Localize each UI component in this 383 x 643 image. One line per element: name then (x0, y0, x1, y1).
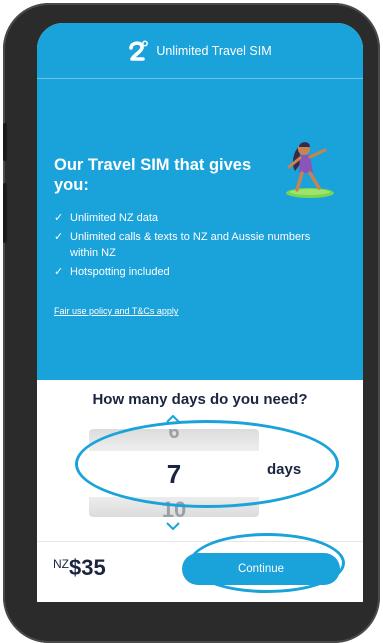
price-value: $35 (69, 555, 106, 580)
chevron-up-icon[interactable] (165, 414, 181, 424)
checkmark-icon: ✓ (54, 266, 64, 278)
hero-title: Our Travel SIM that gives you: (54, 156, 252, 194)
price-currency-prefix: NZ (53, 557, 69, 571)
features-list: ✓ Unlimited NZ data ✓ Unlimited calls & … (54, 210, 324, 283)
days-unit-label: days (267, 461, 302, 478)
feature-text: Unlimited calls & texts to NZ and Aussie… (70, 231, 311, 259)
phone-frame: Unlimited Travel SIM Our Travel SIM that… (3, 3, 380, 643)
picker-next-value[interactable]: 10 (89, 497, 259, 517)
continue-button[interactable]: Continue (182, 553, 340, 585)
days-picker[interactable]: 6 7 10 (89, 429, 259, 517)
phone-screen: Unlimited Travel SIM Our Travel SIM that… (37, 23, 363, 602)
surfer-illustration-icon (286, 142, 334, 198)
days-question: How many days do you need? (92, 391, 308, 408)
phone-side-button (3, 183, 7, 243)
checkmark-icon: ✓ (54, 212, 64, 224)
phone-side-button (3, 123, 7, 161)
feature-item: ✓ Unlimited NZ data (54, 210, 324, 226)
picker-current-value[interactable]: 7 (89, 459, 259, 490)
picker-previous-value[interactable]: 6 (89, 429, 259, 444)
feature-text: Unlimited NZ data (70, 212, 159, 224)
2degrees-logo-icon (129, 40, 149, 61)
chevron-down-icon[interactable] (165, 521, 181, 531)
hero-section: Unlimited Travel SIM Our Travel SIM that… (37, 23, 363, 380)
terms-link[interactable]: Fair use policy and T&Cs apply (54, 306, 178, 316)
feature-item: ✓ Unlimited calls & texts to NZ and Auss… (54, 229, 324, 261)
price-display: NZ$35 (53, 555, 106, 581)
header-title: Unlimited Travel SIM (156, 43, 272, 58)
feature-text: Hotspotting included (70, 266, 170, 278)
checkmark-icon: ✓ (54, 231, 64, 243)
feature-item: ✓ Hotspotting included (54, 264, 324, 280)
app-header: Unlimited Travel SIM (37, 23, 363, 79)
